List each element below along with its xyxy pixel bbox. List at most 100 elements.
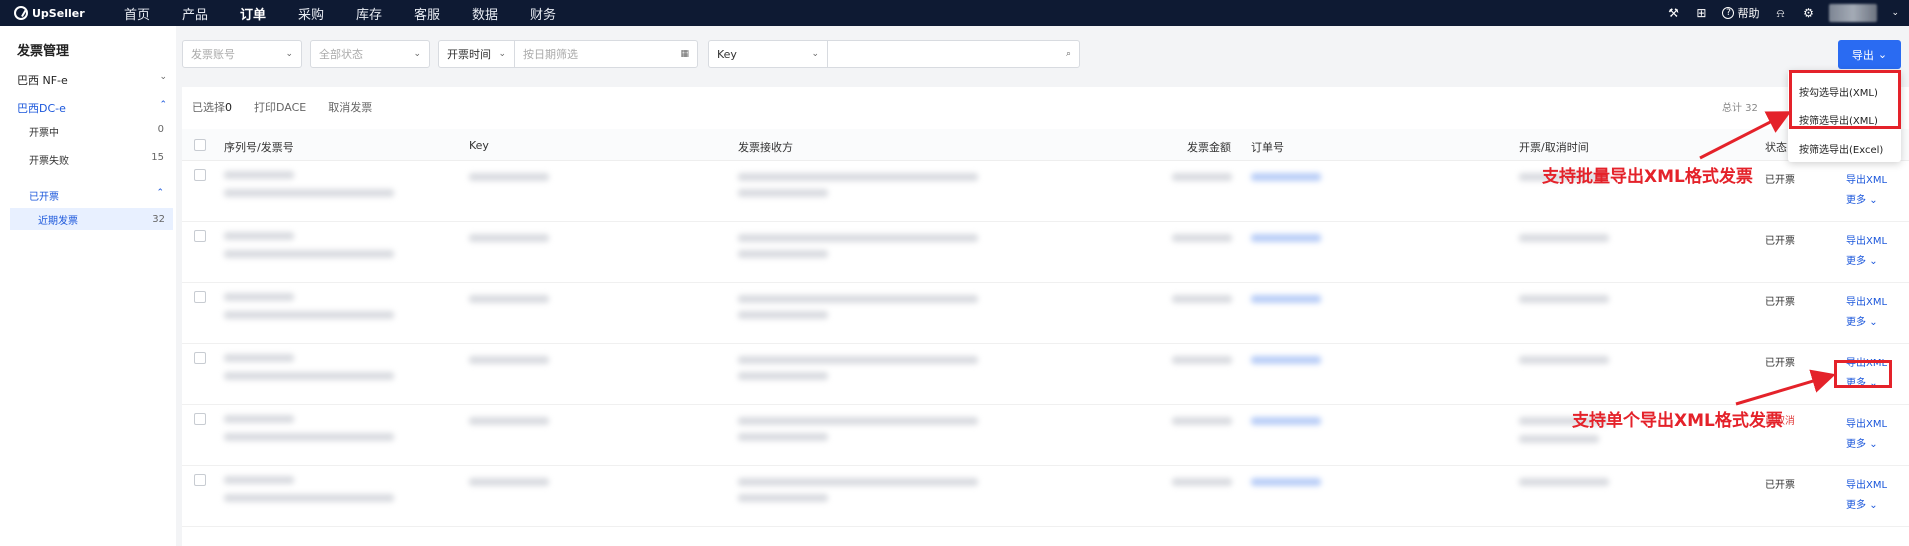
col-serial: 序列号/发票号 xyxy=(224,141,294,154)
nav-data[interactable]: 数据 xyxy=(456,4,514,23)
order-link[interactable] xyxy=(1251,173,1321,181)
sidebar-item-failed[interactable]: 开票失败 15 xyxy=(29,152,164,167)
nav-finance[interactable]: 财务 xyxy=(514,4,572,23)
export-xml-link[interactable]: 导出XML xyxy=(1846,415,1887,430)
key-select-label: Key xyxy=(717,47,737,61)
order-link[interactable] xyxy=(1251,234,1321,242)
help-label: 帮助 xyxy=(1737,7,1760,20)
nav-inventory[interactable]: 库存 xyxy=(340,4,398,23)
table-row: 已开票 导出XML 更多 ⌄ xyxy=(182,222,1909,283)
row-checkbox[interactable] xyxy=(194,413,206,425)
apps-grid-icon[interactable]: ⊞ xyxy=(1694,6,1708,20)
search-input[interactable]: ⌕ xyxy=(827,40,1080,68)
sidebar-group-dce[interactable]: 巴西DC-e ⌃ xyxy=(17,100,167,116)
more-menu[interactable]: 更多 ⌄ xyxy=(1846,496,1878,511)
more-label: 更多 xyxy=(1846,256,1866,267)
print-dace-button[interactable]: 打印DACE xyxy=(254,99,306,115)
upseller-logo[interactable]: UpSeller xyxy=(0,6,108,20)
chevron-up-icon: ⌃ xyxy=(159,100,167,110)
time-type-select[interactable]: 开票时间 ⌄ xyxy=(438,40,515,68)
single-export-highlight xyxy=(1834,360,1892,388)
receiver-name xyxy=(738,295,978,303)
chevron-down-icon: ⌄ xyxy=(1869,500,1878,511)
row-checkbox[interactable] xyxy=(194,291,206,303)
sidebar-item-label: 开票失败 xyxy=(29,156,69,167)
top-right-tools: ⚒ ⊞ ? 帮助 ⍾ ⚙ ⌄ xyxy=(1666,4,1909,22)
status-select-placeholder: 全部状态 xyxy=(319,48,363,61)
export-xml-link[interactable]: 导出XML xyxy=(1846,232,1887,247)
help-link[interactable]: ? 帮助 xyxy=(1722,5,1759,21)
receiver-name xyxy=(738,478,978,486)
sidebar-group-nfe[interactable]: 巴西 NF-e ⌄ xyxy=(17,72,167,88)
more-menu[interactable]: 更多 ⌄ xyxy=(1846,435,1878,450)
key-value xyxy=(469,417,549,425)
nav-products[interactable]: 产品 xyxy=(166,4,224,23)
table-header: 序列号/发票号 Key 发票接收方 发票金额 订单号 开票/取消时间 状态 xyxy=(182,129,1909,161)
total-count: 总计 32 xyxy=(1722,103,1758,114)
select-all-checkbox[interactable] xyxy=(194,139,206,151)
more-menu[interactable]: 更多 ⌄ xyxy=(1846,252,1878,267)
chevron-down-icon: ⌄ xyxy=(811,49,819,59)
nav-service[interactable]: 客服 xyxy=(398,4,456,23)
nav-orders[interactable]: 订单 xyxy=(224,4,282,23)
account-select[interactable]: 发票账号 ⌄ xyxy=(182,40,302,68)
row-checkbox[interactable] xyxy=(194,169,206,181)
sidebar-item-label: 近期发票 xyxy=(38,215,78,227)
row-checkbox[interactable] xyxy=(194,230,206,242)
serial-number xyxy=(224,293,294,301)
row-checkbox[interactable] xyxy=(194,474,206,486)
order-link[interactable] xyxy=(1251,417,1321,425)
batch-export-annotation: 支持批量导出XML格式发票 xyxy=(1542,167,1753,187)
col-amount: 发票金额 xyxy=(1187,141,1231,154)
row-checkbox[interactable] xyxy=(194,352,206,364)
order-link[interactable] xyxy=(1251,478,1321,486)
key-value xyxy=(469,173,549,181)
gear-icon[interactable]: ⚙ xyxy=(1801,6,1815,20)
chevron-down-icon: ⌄ xyxy=(1869,439,1878,450)
status-select[interactable]: 全部状态 ⌄ xyxy=(310,40,430,68)
search-icon[interactable]: ⌕ xyxy=(1066,49,1071,59)
sidebar-item-recent[interactable]: 近期发票 32 xyxy=(10,208,173,230)
export-filtered-excel[interactable]: 按筛选导出(Excel) xyxy=(1799,141,1883,156)
more-menu[interactable]: 更多 ⌄ xyxy=(1846,191,1878,206)
more-menu[interactable]: 更多 ⌄ xyxy=(1846,313,1878,328)
col-key: Key xyxy=(469,139,489,152)
sidebar-item-issuing[interactable]: 开票中 0 xyxy=(29,124,164,139)
time-value xyxy=(1519,356,1609,364)
serial-number xyxy=(224,354,294,362)
bulk-toolbar: 已选择0 打印DACE 取消发票 xyxy=(192,99,372,115)
chevron-down-icon[interactable]: ⌄ xyxy=(1891,8,1899,18)
export-button[interactable]: 导出 ⌄ xyxy=(1838,40,1901,69)
bell-icon[interactable]: ⍾ xyxy=(1773,6,1787,20)
nav-purchase[interactable]: 采购 xyxy=(282,4,340,23)
key-value xyxy=(469,356,549,364)
top-nav-bar: UpSeller 首页 产品 订单 采购 库存 客服 数据 财务 ⚒ ⊞ ? 帮… xyxy=(0,0,1909,26)
key-select[interactable]: Key ⌄ xyxy=(708,40,828,68)
table-row: 已开票 导出XML 更多 ⌄ xyxy=(182,466,1909,527)
tools-icon[interactable]: ⚒ xyxy=(1666,6,1680,20)
nav-home[interactable]: 首页 xyxy=(108,4,166,23)
serial-number xyxy=(224,415,294,423)
more-label: 更多 xyxy=(1846,195,1866,206)
sidebar-group-nfe-label: 巴西 NF-e xyxy=(17,74,68,87)
export-xml-link[interactable]: 导出XML xyxy=(1846,171,1887,186)
invoice-number xyxy=(224,311,394,319)
avatar[interactable] xyxy=(1829,4,1878,22)
invoice-number xyxy=(224,372,394,380)
cancel-invoice-button[interactable]: 取消发票 xyxy=(328,99,372,115)
time-value xyxy=(1519,234,1609,242)
invoice-panel: 已选择0 打印DACE 取消发票 总计 32 序列号/发票号 Key 发票接收方… xyxy=(182,87,1909,546)
export-xml-link[interactable]: 导出XML xyxy=(1846,476,1887,491)
export-button-label: 导出 xyxy=(1851,48,1874,62)
status-badge: 已开票 xyxy=(1765,358,1795,369)
date-range-input[interactable]: 按日期筛选 ▦ xyxy=(514,40,698,68)
col-receiver: 发票接收方 xyxy=(738,141,793,154)
chevron-down-icon: ⌄ xyxy=(1869,256,1878,267)
amount-value xyxy=(1172,478,1232,486)
order-link[interactable] xyxy=(1251,356,1321,364)
logo-text: UpSeller xyxy=(32,6,85,20)
order-link[interactable] xyxy=(1251,295,1321,303)
export-xml-link[interactable]: 导出XML xyxy=(1846,293,1887,308)
sidebar-item-issued[interactable]: 已开票 ⌃ xyxy=(29,188,164,203)
more-label: 更多 xyxy=(1846,500,1866,511)
